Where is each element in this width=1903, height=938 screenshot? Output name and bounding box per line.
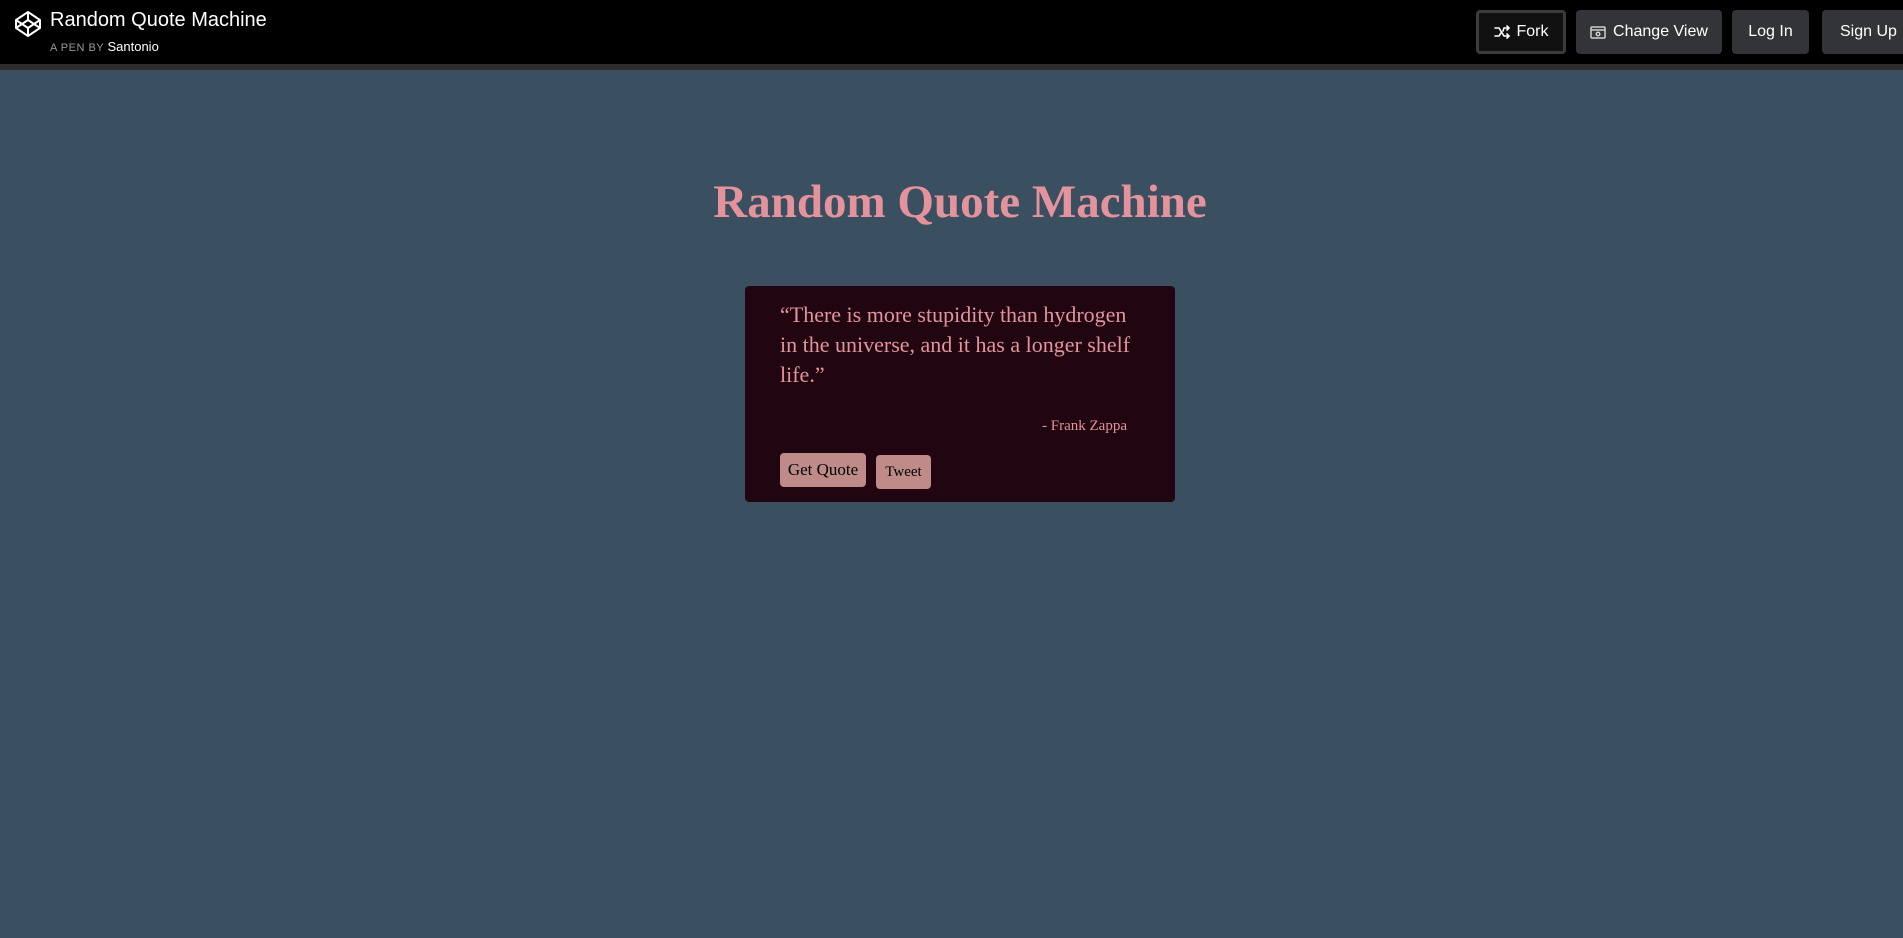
quote-author: - Frank Zappa [1042,418,1127,434]
get-quote-button[interactable]: Get Quote [780,453,866,487]
fork-button[interactable]: Fork [1476,10,1566,54]
log-in-button[interactable]: Log In [1732,10,1809,54]
fork-button-label: Fork [1516,23,1549,40]
pen-author-link[interactable]: Santonio [107,39,158,54]
page-heading: Random Quote Machine [713,176,1207,228]
sign-up-button-label: Sign Up [1840,23,1897,40]
sign-up-button[interactable]: Sign Up [1822,10,1903,54]
pen-author-line: A PEN BY Santonio [50,39,159,54]
change-view-icon [1590,25,1606,39]
log-in-button-label: Log In [1748,23,1793,40]
tweet-button[interactable]: Tweet [876,455,931,489]
change-view-button[interactable]: Change View [1576,10,1722,54]
pen-title: Random Quote Machine [50,9,267,31]
fork-icon [1493,25,1510,39]
pen-by-label: A PEN BY [50,42,105,54]
top-bar: Random Quote Machine A PEN BY Santonio F… [0,0,1903,70]
quote-text: “There is more stupidity than hydrogen i… [780,302,1131,387]
change-view-button-label: Change View [1613,23,1708,40]
quote-box: “There is more stupidity than hydrogen i… [745,286,1175,502]
codepen-logo-icon[interactable] [14,10,42,38]
